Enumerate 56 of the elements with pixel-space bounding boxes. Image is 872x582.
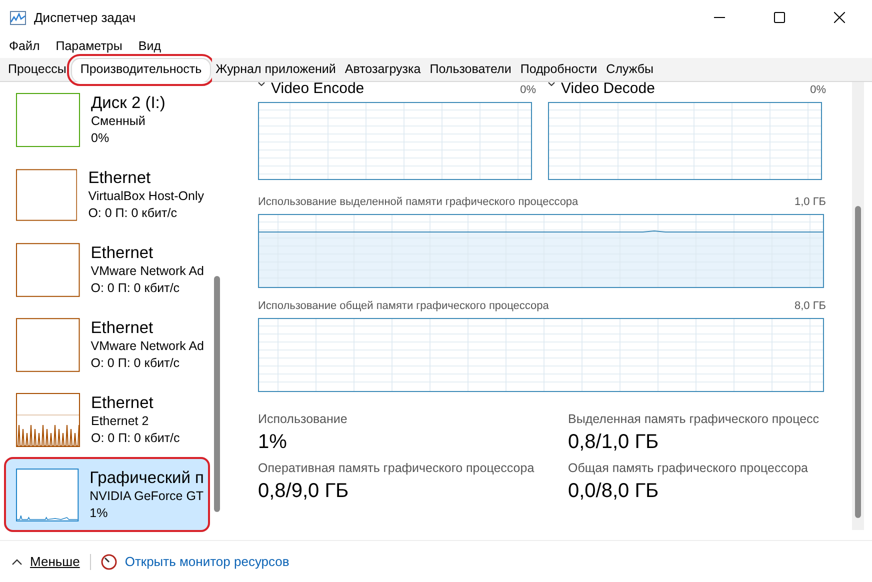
menu-item[interactable]: Файл xyxy=(9,37,40,56)
device-subtitle: NVIDIA GeForce GT xyxy=(90,488,204,504)
stat-value: 0,8/1,0 ГБ xyxy=(568,430,660,455)
scrollbar-thumb[interactable] xyxy=(855,206,861,518)
stat-label: Выделенная память графического процесс xyxy=(568,411,820,428)
sidebar-item[interactable]: Ethernet VMware Network Ad О: 0 П: 0 кбит/с xyxy=(4,232,210,307)
stat-value: 1% xyxy=(258,430,288,455)
scrollbar-thumb[interactable] xyxy=(214,276,220,512)
close-icon xyxy=(834,12,844,23)
menu-item[interactable]: Вид xyxy=(138,37,161,56)
maximize-icon xyxy=(774,12,784,23)
device-value: О: 0 П: 0 кбит/с xyxy=(88,204,178,222)
device-subtitle: VMware Network Ad xyxy=(90,338,204,354)
graph-label: Использование выделенной памяти графического процессора xyxy=(258,194,578,210)
sidebar-item[interactable]: Ethernet VMware Network Ad О: 0 П: 0 кбит/с xyxy=(4,307,210,382)
engine-label: Video Encode xyxy=(271,82,364,96)
sidebar-item[interactable]: Диск 2 (I:) Сменный 0% xyxy=(4,82,210,157)
engine-value: 0% xyxy=(810,83,826,96)
device-name: Диск 2 (I:) xyxy=(91,92,166,112)
device-subtitle: VMware Network Ad xyxy=(90,262,204,280)
device-subtitle: Ethernet 2 xyxy=(91,412,150,430)
resource-monitor-link[interactable]: Открыть монитор ресурсов xyxy=(124,552,290,572)
chevron-down-icon xyxy=(548,82,555,86)
device-value: О: 0 П: 0 кбит/с xyxy=(91,430,180,446)
device-subtitle: VirtualBox Host-Only xyxy=(88,188,204,204)
sidebar-item[interactable]: Ethernet VirtualBox Host-Only О: 0 П: 0 кбит/с xyxy=(4,157,210,232)
graph-max: 8,0 ГБ xyxy=(794,298,826,314)
gauge-icon xyxy=(100,554,117,570)
device-value: 0% xyxy=(91,130,110,146)
engine-value: 0% xyxy=(520,83,536,96)
menu-item[interactable]: Параметры xyxy=(56,37,122,56)
device-name: Ethernet xyxy=(88,168,152,188)
less-label: Меньше xyxy=(30,552,80,571)
engine-label: Video Decode xyxy=(561,82,655,96)
sidebar-item[interactable]: Графический п NVIDIA GeForce GT 1% xyxy=(4,457,210,532)
stat-value: 0,8/9,0 ГБ xyxy=(258,478,350,504)
graph-max: 1,0 ГБ xyxy=(794,194,826,210)
device-name: Ethernet xyxy=(90,318,154,338)
chevron-up-icon xyxy=(12,558,22,564)
stat-value: 0,0/8,0 ГБ xyxy=(568,478,660,504)
sidebar-item[interactable]: Ethernet Ethernet 2 О: 0 П: 0 кбит/с xyxy=(4,382,210,457)
device-name: Ethernet xyxy=(90,242,154,262)
device-value: О: 0 П: 0 кбит/с xyxy=(90,354,181,372)
stat-label: Общая память графического процессора xyxy=(568,460,810,477)
stat-label: Оперативная память графического процессора xyxy=(258,460,536,477)
device-name: Ethernet xyxy=(91,392,154,412)
less-button[interactable]: Меньше xyxy=(12,552,80,572)
device-subtitle: Сменный xyxy=(91,112,146,130)
device-value: 1% xyxy=(90,504,109,522)
device-name: Графический п xyxy=(90,468,204,488)
graph-label: Использование общей памяти графического процессора xyxy=(258,298,549,314)
stat-label: Использование xyxy=(258,411,348,428)
chevron-down-icon xyxy=(258,82,265,86)
window-title: Диспетчер задач xyxy=(34,8,136,27)
device-value: О: 0 П: 0 кбит/с xyxy=(90,280,181,296)
app-icon xyxy=(10,10,26,24)
